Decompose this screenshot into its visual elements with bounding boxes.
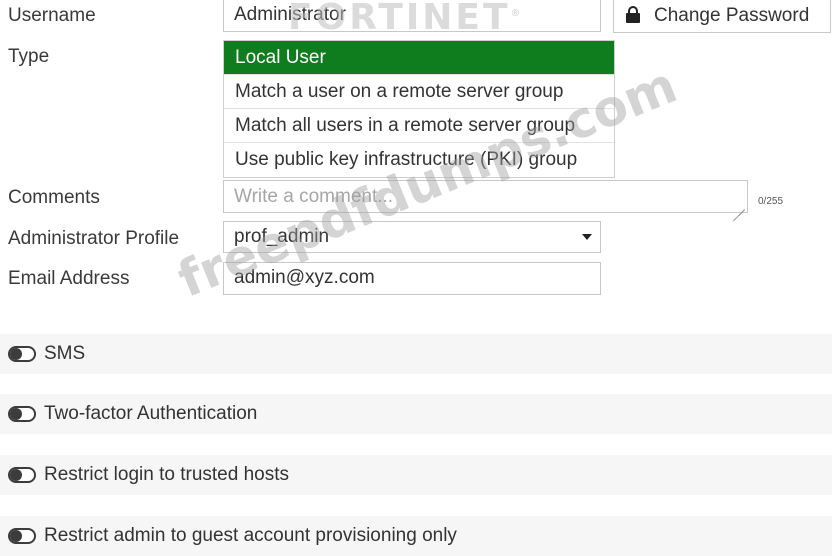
type-option-list: Local User Match a user on a remote serv… (223, 40, 615, 178)
admin-profile-value: prof_admin (234, 226, 330, 247)
comments-textarea[interactable]: Write a comment... (223, 180, 748, 222)
type-option-local-user[interactable]: Local User (224, 41, 614, 75)
two-factor-toggle[interactable] (8, 406, 36, 422)
change-password-button[interactable]: Change Password (613, 0, 831, 33)
two-factor-toggle-label: Two-factor Authentication (44, 403, 258, 424)
toggle-knob-icon (10, 348, 22, 360)
guest-provisioning-toggle[interactable] (8, 528, 36, 544)
toggle-row-trusted-hosts: Restrict login to trusted hosts (0, 455, 832, 495)
toggle-knob-icon (10, 408, 22, 420)
admin-profile-select[interactable]: prof_admin (223, 221, 601, 253)
toggle-knob-icon (10, 469, 22, 481)
trusted-hosts-toggle[interactable] (8, 467, 36, 483)
change-password-label: Change Password (654, 5, 810, 26)
type-option-pki-group[interactable]: Use public key infrastructure (PKI) grou… (224, 143, 614, 177)
trusted-hosts-toggle-label: Restrict login to trusted hosts (44, 464, 289, 485)
guest-provisioning-toggle-label: Restrict admin to guest account provisio… (44, 525, 457, 546)
type-option-match-all-remote[interactable]: Match all users in a remote server group (224, 109, 614, 143)
resize-handle-icon[interactable] (731, 196, 745, 222)
username-field[interactable]: Administrator (223, 0, 601, 32)
comments-label: Comments (8, 187, 100, 208)
comments-counter: 0/255 (758, 196, 784, 207)
type-option-match-user-remote[interactable]: Match a user on a remote server group (224, 75, 614, 109)
username-label: Username (8, 5, 96, 26)
chevron-down-icon (582, 234, 592, 240)
sms-toggle[interactable] (8, 346, 36, 362)
comments-placeholder: Write a comment... (234, 186, 394, 207)
lock-icon (626, 5, 640, 23)
type-label: Type (8, 46, 50, 67)
admin-profile-label: Administrator Profile (8, 228, 180, 249)
sms-toggle-label: SMS (44, 343, 86, 364)
toggle-row-sms: SMS (0, 334, 832, 374)
email-field[interactable]: admin@xyz.com (223, 262, 601, 295)
toggle-row-two-factor: Two-factor Authentication (0, 394, 832, 434)
toggle-knob-icon (10, 530, 22, 542)
email-label: Email Address (8, 268, 130, 289)
toggle-row-guest-provisioning: Restrict admin to guest account provisio… (0, 516, 832, 556)
